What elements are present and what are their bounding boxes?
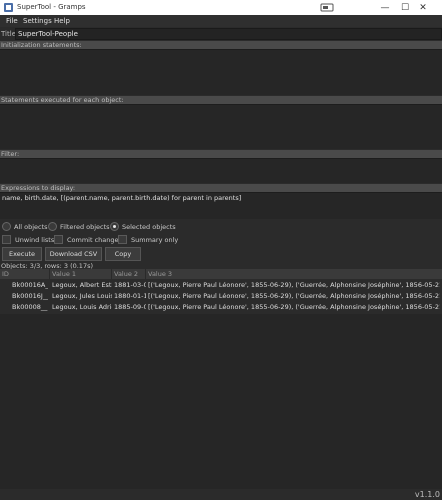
download-csv-button[interactable]: Download CSV [45,247,102,261]
radio-all-objects[interactable]: All objects [2,222,48,231]
title-row: Title: SuperTool-People [0,28,442,40]
execute-button[interactable]: Execute [2,247,42,261]
menu-settings[interactable]: Settings [23,17,52,25]
column-header-value3[interactable]: Value 3 [146,269,442,279]
cell-value2: 1885-09-05 [114,303,146,311]
checkbox-summary-label: Summary only [131,235,179,244]
statements-textarea[interactable] [0,104,442,149]
cell-value2: 1880-01-16 [114,292,146,300]
statements-header: Statements executed for each object: [0,96,442,104]
radio-filtered-label: Filtered objects [60,222,110,231]
table-row[interactable]: Bk00008__ Legoux, Louis Adrien 1885-09-0… [0,302,442,313]
cell-value1: Legoux, Jules Louis [52,292,112,300]
checkbox-summary-only[interactable]: Summary only [118,235,178,244]
checkbox-commit-label: Commit changes [67,235,122,244]
close-icon: ✕ [419,2,427,13]
column-header-value2[interactable]: Value 2 [112,269,146,279]
checkbox-unwind-lists[interactable]: Unwind lists [2,235,54,244]
cell-value3: [('Legoux, Pierre Paul Léonore', 1855-06… [148,281,440,289]
checkbox-unwind-box [2,235,11,244]
radio-filtered-objects[interactable]: Filtered objects [48,222,110,231]
cell-value1: Legoux, Louis Adrien [52,303,112,311]
init-textarea[interactable] [0,49,442,95]
table-row[interactable]: Bk00016A__ Legoux, Albert Esther 1881-03… [0,280,442,291]
version-label: v1.1.0 [414,490,440,499]
radio-all-icon [2,222,11,231]
title-input[interactable]: SuperTool-People [15,28,442,40]
init-header: Initialization statements: [0,41,442,49]
cell-value3: [('Legoux, Pierre Paul Léonore', 1855-06… [148,292,440,300]
expressions-textarea[interactable]: name, birth.date, [(parent.name, parent.… [0,192,442,219]
tb-extra-icon[interactable] [320,3,334,12]
cell-id: Bk00008__ [12,303,48,311]
filter-textarea[interactable] [0,158,442,183]
radio-filtered-icon [48,222,57,231]
checkbox-commit-box [54,235,63,244]
close-button[interactable]: ✕ [404,0,442,15]
cell-value3: [('Legoux, Pierre Paul Léonore', 1855-06… [148,303,440,311]
menu-file[interactable]: File [6,17,18,25]
cell-value1: Legoux, Albert Esther [52,281,112,289]
copy-button[interactable]: Copy [105,247,141,261]
window-titlebar: SuperTool - Gramps — ☐ ✕ [0,0,442,15]
cell-id: Bk00016J__ [12,292,48,300]
results-empty-area [0,314,442,489]
window-title: SuperTool - Gramps [17,3,86,11]
radio-all-label: All objects [14,222,48,231]
radio-selected-icon [110,222,119,231]
app-icon [4,3,13,12]
filter-header: Filter: [0,150,442,158]
menu-help[interactable]: Help [54,17,70,25]
column-header-value1[interactable]: Value 1 [50,269,112,279]
expressions-header: Expressions to display: [0,184,442,192]
checkbox-commit-changes[interactable]: Commit changes [54,235,122,244]
radio-selected-objects[interactable]: Selected objects [110,222,176,231]
radio-selected-label: Selected objects [122,222,176,231]
column-header-id[interactable]: ID [0,269,50,279]
cell-value2: 1881-03-02 [114,281,146,289]
table-header: ID Value 1 Value 2 Value 3 [0,269,442,279]
cell-id: Bk00016A__ [12,281,48,289]
checkbox-unwind-label: Unwind lists [15,235,55,244]
table-row[interactable]: Bk00016J__ Legoux, Jules Louis 1880-01-1… [0,291,442,302]
menubar: File Settings Help [0,15,442,27]
checkbox-summary-box [118,235,127,244]
